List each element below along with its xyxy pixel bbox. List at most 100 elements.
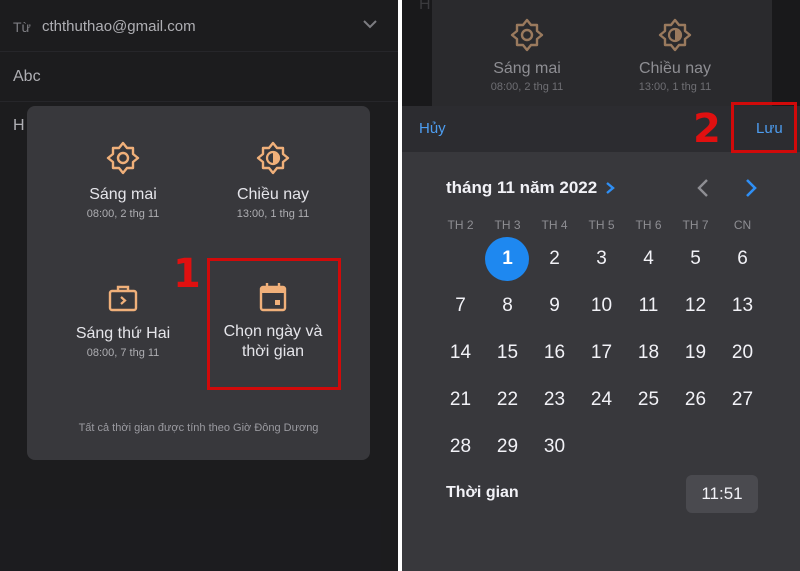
snooze-option-tomorrow-morning[interactable]: Sáng mai 08:00, 2 thg 11 — [48, 141, 198, 220]
calendar-day[interactable]: 24 — [578, 380, 625, 420]
option-label: Sáng mai — [89, 186, 157, 203]
step-number: 1 — [173, 251, 201, 297]
calendar-day[interactable]: 11 — [625, 286, 672, 326]
day-number: 28 — [449, 436, 472, 457]
day-number: 5 — [690, 248, 701, 269]
calendar-day[interactable]: 22 — [484, 380, 531, 420]
sun-icon — [510, 18, 544, 52]
highlight-box — [207, 258, 341, 390]
weekday-label: TH 6 — [635, 218, 662, 232]
time-label: Thời gian — [446, 484, 519, 501]
day-number: 3 — [596, 248, 607, 269]
snooze-option-tomorrow-morning: Sáng mai 08:00, 2 thg 11 — [462, 18, 592, 93]
timezone-note: Tất cả thời gian được tính theo Giờ Đông… — [78, 422, 319, 434]
day-number: 24 — [590, 389, 613, 410]
half-sun-icon — [658, 18, 692, 52]
day-number: 15 — [496, 342, 519, 363]
date-picker-screen: H Sáng mai 08:00, 2 thg 11 Chiều nay 13:… — [402, 0, 800, 571]
calendar-day[interactable]: 8 — [484, 286, 531, 326]
option-label: Chiều nay — [638, 60, 712, 77]
calendar-day[interactable]: 6 — [719, 239, 766, 279]
option-time: 08:00, 7 thg 11 — [86, 347, 160, 359]
calendar-day[interactable]: 12 — [672, 286, 719, 326]
day-number: 22 — [496, 389, 519, 410]
weekday-label: TH 5 — [588, 218, 615, 232]
option-label: Sáng mai — [493, 60, 561, 77]
calendar-day[interactable]: 18 — [625, 333, 672, 373]
day-number: 18 — [637, 342, 660, 363]
body-text: H — [419, 0, 431, 13]
option-time: 13:00, 1 thg 11 — [638, 81, 712, 93]
day-number: 16 — [543, 342, 566, 363]
option-label: Sáng thứ Hai — [75, 325, 171, 342]
calendar: tháng 11 năm 2022 TH 2 TH 3 TH 4 TH 5 TH 6 TH… — [402, 152, 800, 571]
time-picker[interactable]: 11:51 — [686, 475, 758, 513]
option-time: 08:00, 2 thg 11 — [490, 81, 564, 93]
weekday-label: TH 3 — [494, 218, 521, 232]
cancel-button[interactable]: Hủy — [419, 120, 446, 137]
calendar-day[interactable]: 30 — [531, 427, 578, 467]
day-number: 29 — [496, 436, 519, 457]
day-number: 14 — [449, 342, 472, 363]
snooze-option-this-afternoon[interactable]: Chiều nay 13:00, 1 thg 11 — [198, 141, 348, 220]
highlight-box — [731, 102, 797, 153]
option-label: Chiều nay — [236, 186, 310, 203]
half-sun-icon — [256, 141, 290, 175]
day-number: 9 — [549, 295, 560, 316]
calendar-day[interactable]: 26 — [672, 380, 719, 420]
day-number: 6 — [737, 248, 748, 269]
calendar-day-selected[interactable]: 1 — [484, 237, 531, 281]
day-number: 17 — [590, 342, 613, 363]
month-title[interactable]: tháng 11 năm 2022 — [446, 178, 597, 198]
day-number: 8 — [502, 295, 513, 316]
weekday-label: TH 7 — [682, 218, 709, 232]
briefcase-icon — [108, 285, 138, 312]
calendar-day[interactable]: 20 — [719, 333, 766, 373]
calendar-day[interactable]: 5 — [672, 239, 719, 279]
option-time: 13:00, 1 thg 11 — [236, 208, 310, 220]
day-number: 21 — [449, 389, 472, 410]
option-time: 08:00, 2 thg 11 — [86, 208, 160, 220]
calendar-day[interactable]: 28 — [437, 427, 484, 467]
day-number: 30 — [543, 436, 566, 457]
day-number: 4 — [643, 248, 654, 269]
previous-month-icon[interactable] — [696, 178, 710, 198]
calendar-day[interactable]: 23 — [531, 380, 578, 420]
day-number: 12 — [684, 295, 707, 316]
step-number: 2 — [693, 106, 721, 152]
weekday-label: TH 2 — [447, 218, 474, 232]
day-number: 23 — [543, 389, 566, 410]
compose-screen: Từ cththuthao@gmail.com Abc H Sáng mai 0… — [0, 0, 398, 571]
calendar-day[interactable]: 7 — [437, 286, 484, 326]
calendar-day[interactable]: 27 — [719, 380, 766, 420]
calendar-day[interactable]: 2 — [531, 239, 578, 279]
calendar-day[interactable]: 16 — [531, 333, 578, 373]
day-number: 13 — [731, 295, 754, 316]
chevron-right-icon[interactable] — [605, 181, 615, 195]
snooze-option-this-afternoon: Chiều nay 13:00, 1 thg 11 — [610, 18, 740, 93]
day-number: 19 — [684, 342, 707, 363]
day-number: 1 — [502, 248, 513, 269]
calendar-day[interactable]: 10 — [578, 286, 625, 326]
day-number: 20 — [731, 342, 754, 363]
next-month-icon[interactable] — [744, 178, 758, 198]
calendar-day[interactable]: 4 — [625, 239, 672, 279]
calendar-day[interactable]: 19 — [672, 333, 719, 373]
day-number: 2 — [549, 248, 560, 269]
calendar-day[interactable]: 21 — [437, 380, 484, 420]
calendar-day[interactable]: 17 — [578, 333, 625, 373]
day-number: 26 — [684, 389, 707, 410]
calendar-day[interactable]: 29 — [484, 427, 531, 467]
calendar-day[interactable]: 3 — [578, 239, 625, 279]
calendar-day[interactable]: 14 — [437, 333, 484, 373]
snooze-dialog-background: Sáng mai 08:00, 2 thg 11 Chiều nay 13:00… — [432, 0, 772, 106]
sun-icon — [106, 141, 140, 175]
day-number: 27 — [731, 389, 754, 410]
calendar-day[interactable]: 9 — [531, 286, 578, 326]
weekday-label: CN — [733, 218, 752, 232]
day-number: 11 — [638, 295, 659, 316]
calendar-day[interactable]: 15 — [484, 333, 531, 373]
calendar-day[interactable]: 25 — [625, 380, 672, 420]
calendar-day[interactable]: 13 — [719, 286, 766, 326]
day-number: 7 — [455, 295, 466, 316]
